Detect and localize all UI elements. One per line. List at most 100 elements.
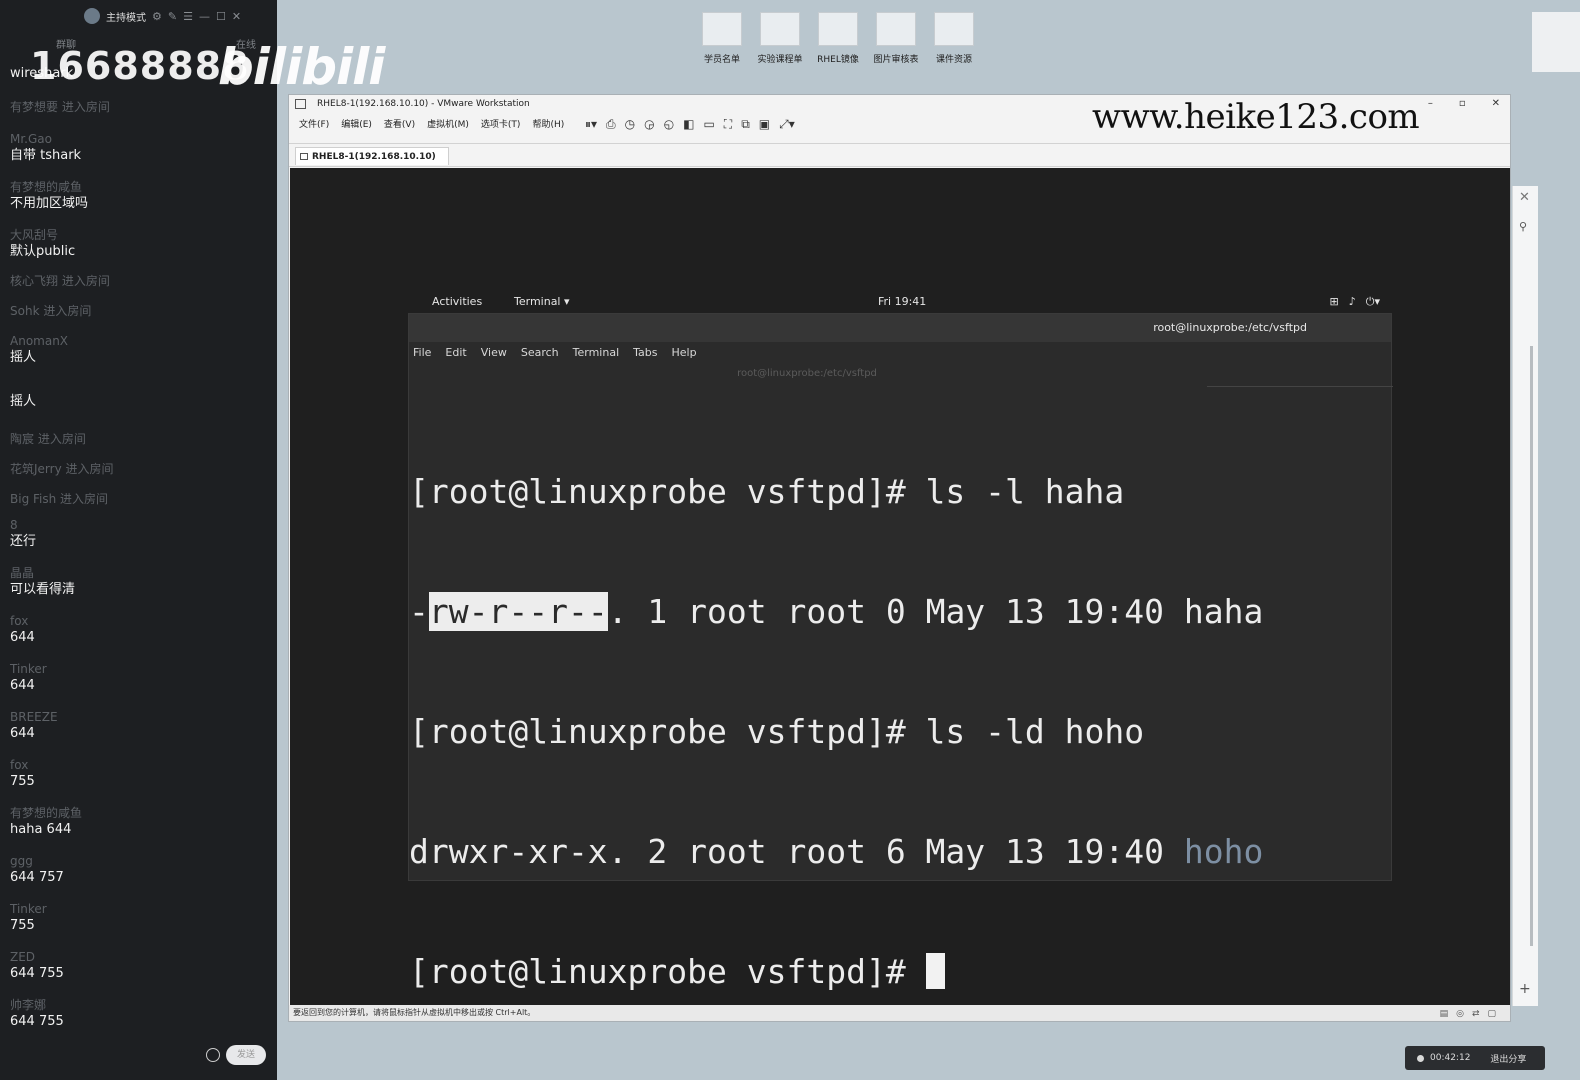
file-type-char: -: [409, 592, 429, 631]
maximize-icon[interactable]: ▫: [1459, 95, 1466, 113]
chat-message: 8 还行: [10, 517, 272, 551]
menu-search[interactable]: Search: [521, 346, 559, 359]
message-text: 可以看得清: [10, 582, 76, 597]
menu-view[interactable]: 查看(V): [384, 117, 415, 130]
chat-message: Tinker 644: [10, 661, 272, 695]
network-adapter-icon[interactable]: ⇄: [1472, 1009, 1480, 1019]
menu-tabs[interactable]: 选项卡(T): [481, 117, 521, 130]
right-dock-panel: ✕ ⚲ +: [1512, 186, 1538, 1006]
recording-dot-icon: [1417, 1054, 1424, 1062]
panel-icon[interactable]: ⚲: [1519, 220, 1527, 233]
chat-message: 晶晶 可以看得清: [10, 565, 272, 599]
desktop-icon-label: 图片审核表: [873, 55, 919, 65]
snapshot-icon[interactable]: ◷: [625, 117, 635, 132]
menu-view[interactable]: View: [481, 346, 507, 359]
message-text: 摇人: [10, 350, 37, 365]
chat-message: 核心飞翔 进入房间: [10, 273, 272, 289]
desktop-icon-1[interactable]: 学员名单: [694, 12, 750, 65]
chat-message: 有梦想要 进入房间: [10, 99, 272, 115]
stretch-icon[interactable]: ⤢▾: [779, 117, 795, 132]
edit-icon[interactable]: ✎: [168, 10, 177, 23]
message-text: 还行: [10, 534, 37, 549]
message-sender: AnomanX: [10, 334, 69, 348]
desktop-icon-2[interactable]: 实验课程单: [752, 12, 808, 65]
cdrom-icon[interactable]: ◎: [1456, 1009, 1464, 1019]
menu-tabs[interactable]: Tabs: [633, 346, 657, 359]
activities-button[interactable]: Activities: [432, 295, 482, 308]
file-shortcut-icon: [876, 12, 916, 46]
chat-message: 陶宸 进入房间: [10, 431, 272, 447]
tab-vm[interactable]: RHEL8-1(192.168.10.10): [295, 147, 449, 165]
close-icon[interactable]: ✕: [232, 10, 241, 23]
menu-edit[interactable]: Edit: [445, 346, 466, 359]
fullscreen-icon[interactable]: ⛶: [724, 117, 732, 132]
message-text: 644 755: [10, 966, 64, 981]
vm-tab-strip: RHEL8-1(192.168.10.10): [289, 143, 1510, 167]
send-keys-icon[interactable]: ⎙: [606, 117, 616, 132]
app-menu-button[interactable]: Terminal ▾: [514, 295, 570, 308]
send-button[interactable]: 发送: [226, 1045, 266, 1065]
exit-share-button[interactable]: 退出分享: [1490, 1052, 1526, 1065]
desktop-icon-3[interactable]: RHEL镜像: [810, 12, 866, 65]
selected-permissions: rw-r--r--: [428, 592, 608, 631]
desktop-icon-5[interactable]: 课件资源: [926, 12, 982, 65]
chat-message: 摇人: [10, 393, 272, 411]
chat-message: BREEZE 644: [10, 709, 272, 743]
add-icon[interactable]: +: [1519, 981, 1531, 997]
message-sender: fox: [10, 758, 29, 772]
scrollbar[interactable]: [1530, 346, 1533, 946]
menu-file[interactable]: 文件(F): [299, 117, 329, 130]
terminal-tab-title[interactable]: root@linuxprobe:/etc/vsftpd: [409, 368, 1205, 379]
maximize-icon[interactable]: ☐: [216, 10, 226, 23]
menu-vm[interactable]: 虚拟机(M): [427, 117, 469, 130]
terminal-line: -rw-r--r--. 1 root root 0 May 13 19:40 h…: [409, 592, 1393, 632]
guest-display[interactable]: Activities Terminal ▾ Fri 19:41 ⊞ ♪ ⏻▾ r…: [290, 168, 1510, 1006]
terminal-prompt-line: [root@linuxprobe vsftpd]#: [409, 952, 1393, 992]
menu-edit[interactable]: 编辑(E): [341, 117, 372, 130]
sidebar-toggle-icon[interactable]: ◧: [683, 117, 694, 132]
terminal-output[interactable]: [root@linuxprobe vsftpd]# ls -l haha -rw…: [409, 392, 1393, 1072]
chat-message: 大风刮号 默认public: [10, 227, 272, 261]
status-device-icons: ▤ ◎ ⇄ ▢: [1440, 1009, 1496, 1019]
message-sender: 陶宸 进入房间: [10, 432, 86, 446]
chat-message: fox 644: [10, 613, 272, 647]
menu-file[interactable]: File: [413, 346, 431, 359]
menu-terminal[interactable]: Terminal: [573, 346, 620, 359]
menu-help[interactable]: 帮助(H): [532, 117, 564, 130]
emoji-icon[interactable]: [206, 1048, 220, 1062]
minimize-icon[interactable]: –: [1428, 95, 1433, 113]
site-watermark: www.heike123.com: [1092, 97, 1420, 137]
console-icon[interactable]: ▣: [759, 117, 770, 132]
side-app-tab[interactable]: [1532, 12, 1580, 72]
unity-icon[interactable]: ⧉: [741, 117, 750, 132]
screen-share-bar: 00:42:12 退出分享: [1405, 1046, 1545, 1070]
chat-message: 有梦想的咸鱼 不用加区域吗: [10, 179, 272, 213]
settings-icon[interactable]: ⚙: [152, 10, 162, 23]
status-text: 要返回到您的计算机，请将鼠标指针从虚拟机中移出或按 Ctrl+Alt。: [293, 1008, 536, 1017]
close-icon[interactable]: ✕: [1492, 95, 1500, 113]
chat-message: 帅李娜 644 755: [10, 997, 272, 1031]
chat-message: 有梦想的咸鱼 haha 644: [10, 805, 272, 839]
revert-snapshot-icon[interactable]: ◶: [644, 117, 654, 132]
desktop-icon-label: 学员名单: [703, 55, 740, 65]
close-icon[interactable]: ✕: [1519, 190, 1530, 205]
clock[interactable]: Fri 19:41: [878, 295, 926, 308]
volume-icon: ♪: [1348, 295, 1356, 308]
message-text: 不用加区域吗: [10, 196, 89, 211]
menu-help[interactable]: Help: [672, 346, 697, 359]
thumbnail-icon[interactable]: ▭: [703, 117, 714, 132]
desktop-icon-4[interactable]: 图片审核表: [868, 12, 924, 65]
text-cursor: [925, 953, 945, 989]
hdd-icon[interactable]: ▤: [1440, 1009, 1449, 1019]
minimize-icon[interactable]: —: [199, 10, 210, 23]
chat-message: ggg 644 757: [10, 853, 272, 887]
pause-icon[interactable]: ⏸▾: [585, 117, 597, 132]
display-icon[interactable]: ▢: [1487, 1009, 1496, 1019]
system-tray[interactable]: ⊞ ♪ ⏻▾: [1330, 295, 1380, 309]
chat-message: Sohk 进入房间: [10, 303, 272, 319]
snapshot-manager-icon[interactable]: ◵: [664, 117, 674, 132]
message-sender: Mr.Gao: [10, 132, 52, 146]
message-text: 644: [10, 726, 35, 741]
terminal-window[interactable]: root@linuxprobe:/etc/vsftpd File Edit Vi…: [408, 313, 1393, 991]
menu-icon[interactable]: ☰: [183, 10, 193, 23]
